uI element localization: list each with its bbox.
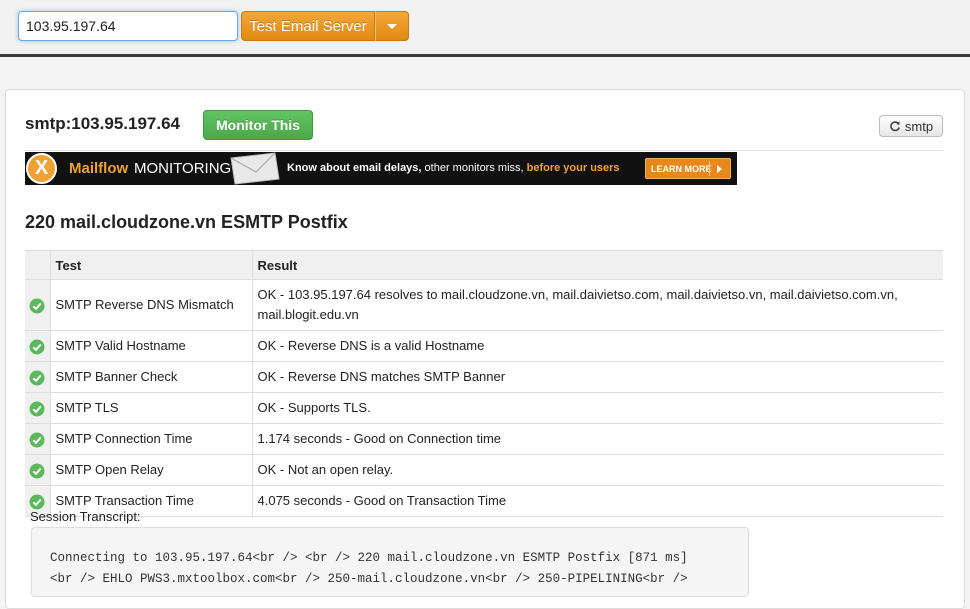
envelope-icon: [230, 152, 280, 185]
monitor-this-button[interactable]: Monitor This: [203, 110, 313, 140]
refresh-icon: [890, 121, 900, 132]
check-circle-icon: [29, 432, 45, 448]
table-row: SMTP TLS OK - Supports TLS.: [25, 392, 943, 424]
banner-monitoring: MONITORING: [134, 160, 232, 177]
check-circle-icon: [29, 339, 45, 355]
check-circle-icon: [29, 370, 45, 386]
mailflow-ad-banner[interactable]: X Mailflow MONITORING Know about email d…: [25, 152, 737, 185]
status-cell: [25, 392, 51, 424]
banner-tagline: Know about email delays, other monitors …: [287, 162, 620, 174]
smtp-banner-response: 220 mail.cloudzone.vn ESMTP Postfix: [25, 212, 348, 232]
test-name-cell: SMTP TLS: [50, 392, 253, 424]
table-row: SMTP Banner Check OK - Reverse DNS matche…: [25, 361, 943, 393]
test-name-cell: SMTP Reverse DNS Mismatch: [50, 279, 253, 331]
table-row: SMTP Reverse DNS Mismatch OK - 103.95.197…: [25, 279, 943, 331]
result-cell: OK - Reverse DNS matches SMTP Banner: [252, 361, 943, 393]
session-transcript-label: Session Transcript:: [30, 509, 141, 524]
table-row: SMTP Connection Time 1.174 seconds - Good…: [25, 423, 943, 455]
table-row: SMTP Valid Hostname OK - Reverse DNS is a…: [25, 330, 943, 362]
status-cell: [25, 423, 51, 455]
chevron-down-icon: [387, 23, 397, 29]
table-row: SMTP Transaction Time 4.075 seconds - Goo…: [25, 485, 943, 517]
test-options-dropdown-button[interactable]: [375, 11, 409, 41]
test-name-cell: SMTP Banner Check: [50, 361, 253, 393]
refresh-smtp-label: smtp: [904, 118, 934, 134]
status-cell: [25, 361, 51, 393]
top-toolbar: Test Email Server: [0, 0, 970, 57]
divider: [25, 150, 943, 151]
play-arrow-icon: [717, 165, 722, 173]
refresh-smtp-button[interactable]: smtp: [879, 115, 943, 137]
status-cell: [25, 279, 51, 331]
result-cell: OK - Reverse DNS is a valid Hostname: [252, 330, 943, 362]
check-circle-icon: [29, 494, 45, 510]
results-table: Test Result SMTP Reverse DNS Mismatch OK …: [25, 250, 943, 517]
result-cell: OK - Supports TLS.: [252, 392, 943, 424]
result-cell: 1.174 seconds - Good on Connection time: [252, 423, 943, 455]
status-cell: [25, 330, 51, 362]
table-row: SMTP Open Relay OK - Not an open relay.: [25, 454, 943, 486]
result-cell: OK - 103.95.197.64 resolves to mail.clou…: [252, 279, 943, 331]
result-column-header: Result: [252, 250, 943, 280]
page-title: smtp:103.95.197.64: [25, 114, 180, 133]
status-column-header: [25, 250, 51, 280]
test-column-header: Test: [50, 250, 253, 280]
test-email-server-button[interactable]: Test Email Server: [241, 11, 375, 41]
search-input[interactable]: [18, 11, 238, 41]
mailflow-logo: X: [26, 153, 57, 184]
check-circle-icon: [29, 298, 45, 314]
status-cell: [25, 454, 51, 486]
result-cell: 4.075 seconds - Good on Transaction Time: [252, 485, 943, 517]
test-button-group: Test Email Server: [241, 11, 409, 41]
session-transcript: Connecting to 103.95.197.64<br /> <br />…: [31, 527, 749, 597]
check-circle-icon: [29, 463, 45, 479]
check-circle-icon: [29, 401, 45, 417]
test-name-cell: SMTP Connection Time: [50, 423, 253, 455]
test-name-cell: SMTP Valid Hostname: [50, 330, 253, 362]
result-cell: OK - Not an open relay.: [252, 454, 943, 486]
test-name-cell: SMTP Open Relay: [50, 454, 253, 486]
table-header-row: Test Result: [25, 250, 943, 280]
banner-brand: Mailflow: [69, 160, 129, 177]
learn-more-button[interactable]: LEARN MORE: [645, 158, 731, 179]
